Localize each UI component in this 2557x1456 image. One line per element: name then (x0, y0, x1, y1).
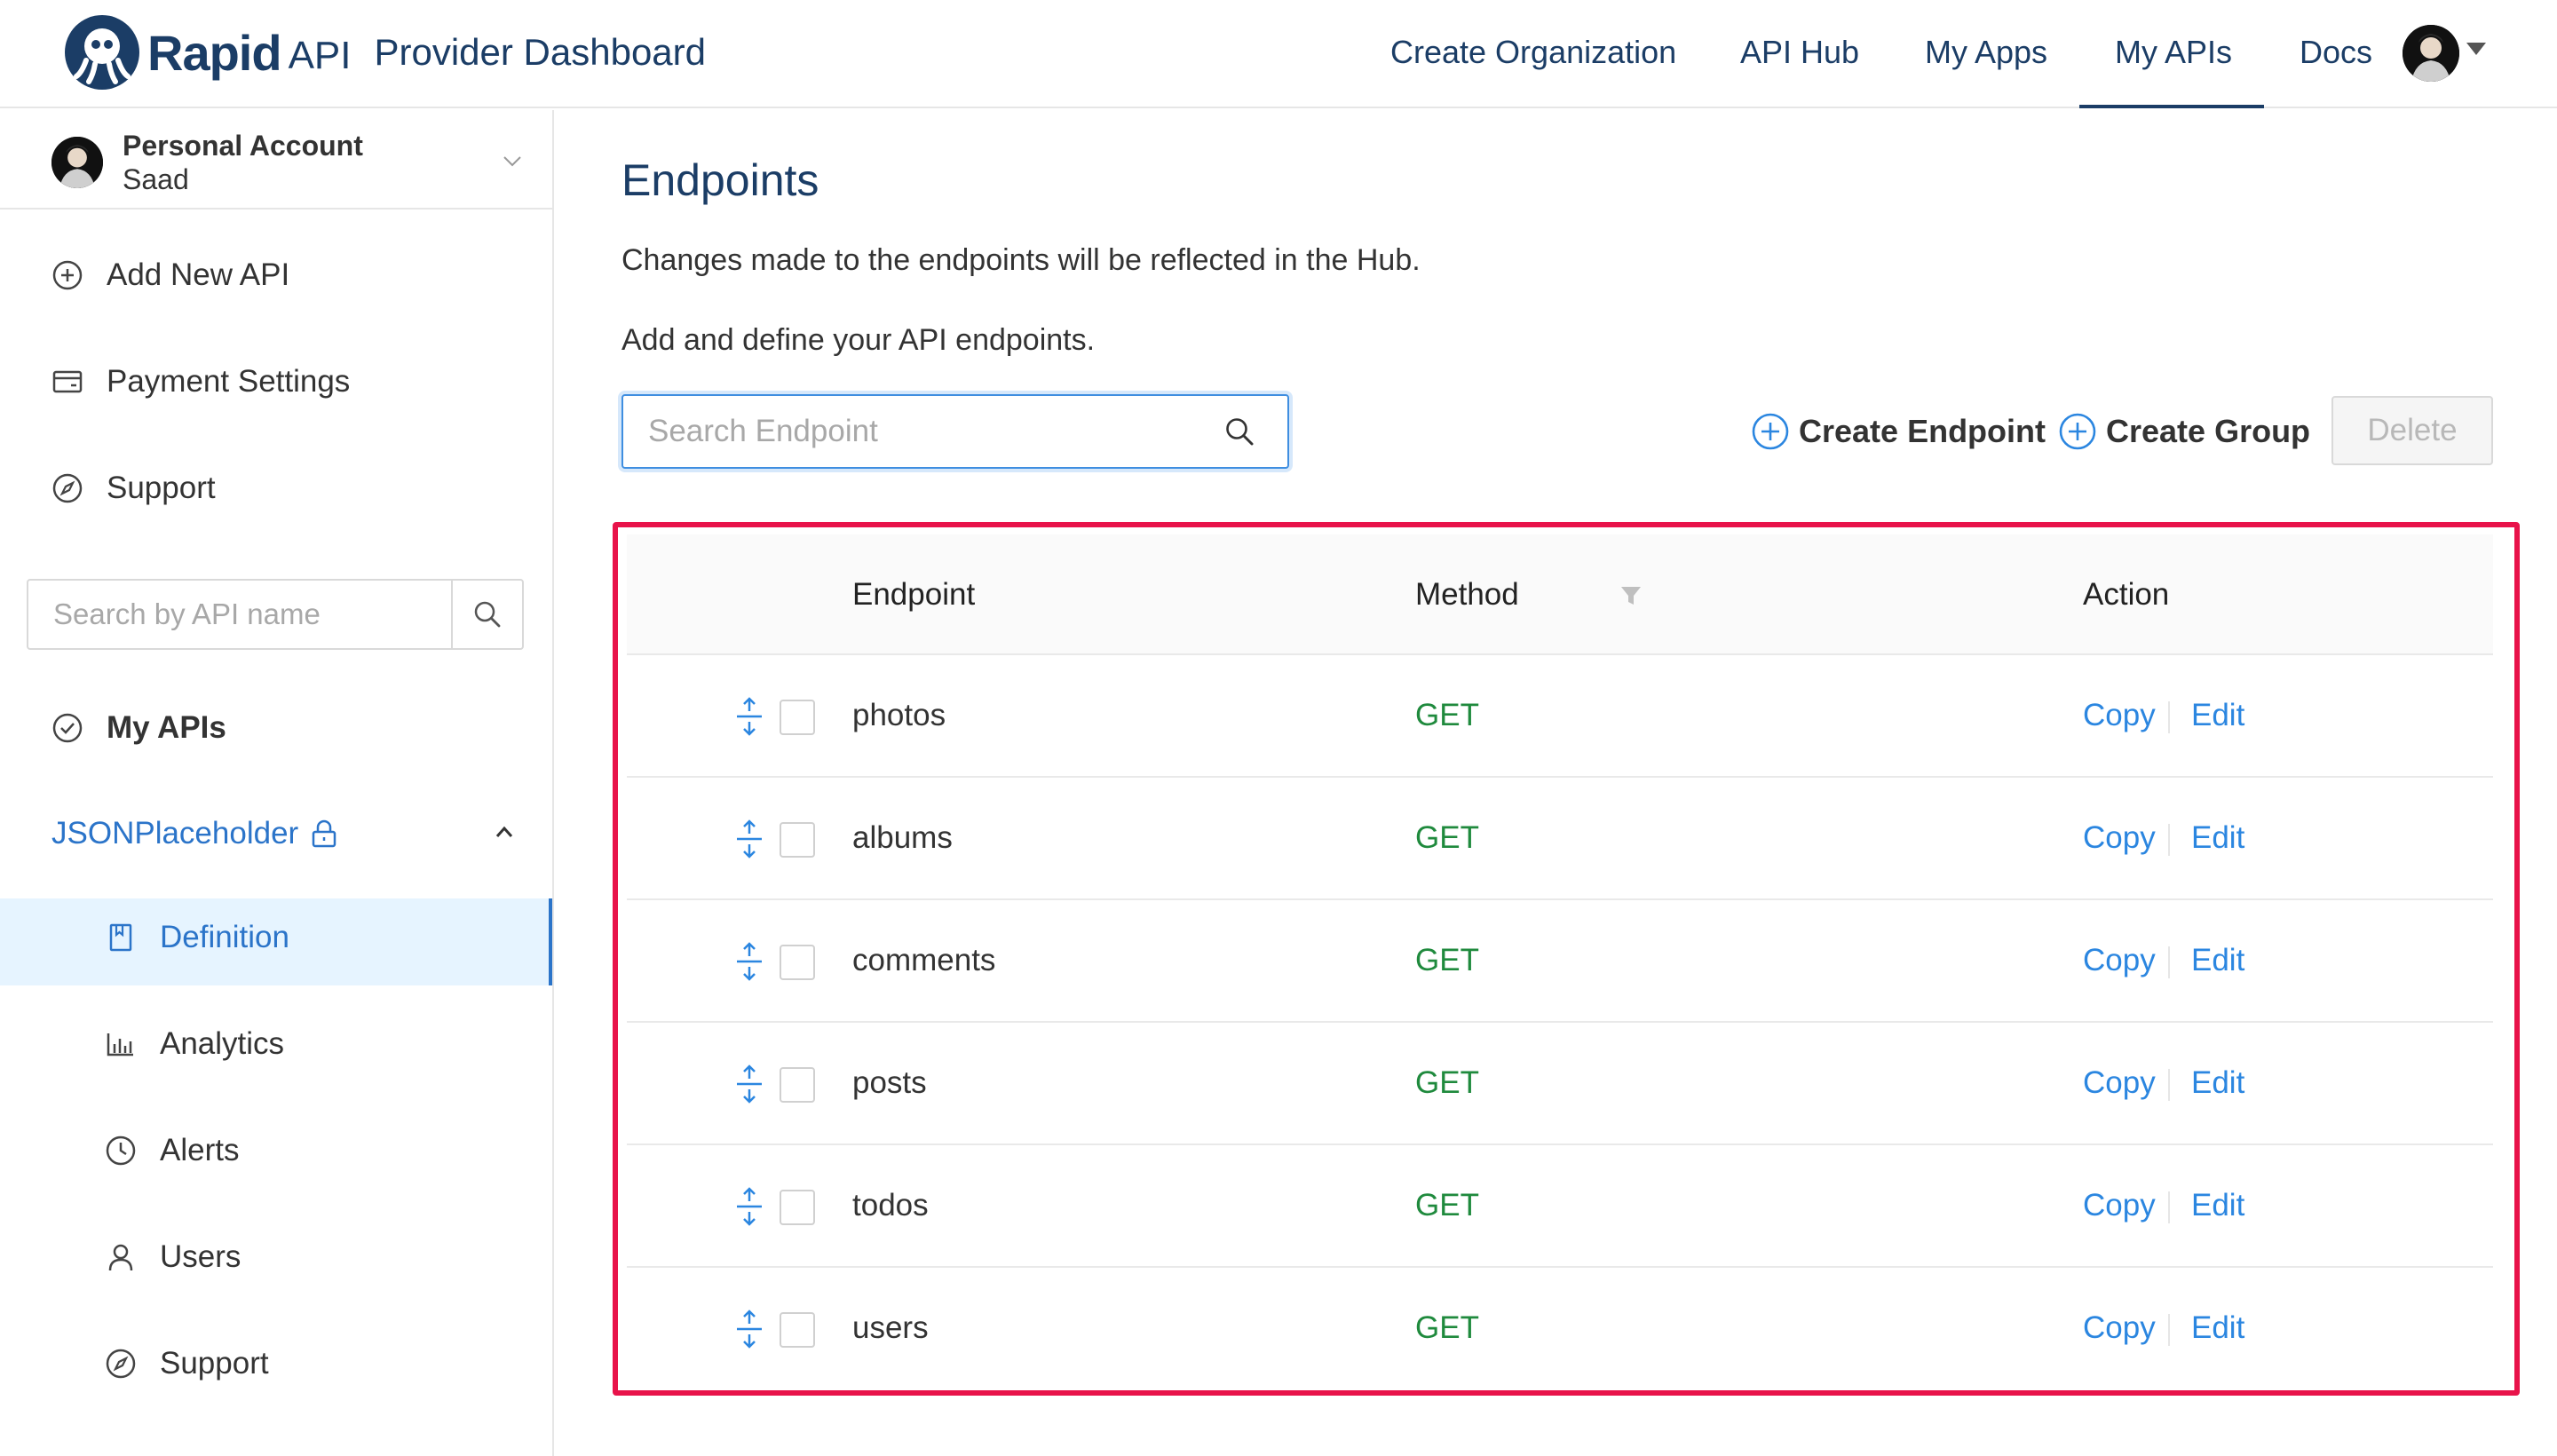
sidebar-item-label: Payment Settings (107, 364, 351, 399)
api-entry-jsonplaceholder[interactable]: JSONPlaceholder (51, 811, 522, 856)
sidebar-item-label: Support (107, 471, 216, 505)
create-endpoint-button[interactable]: Create Endpoint (1751, 412, 2046, 451)
sidebar-item-users[interactable]: Users (105, 1239, 241, 1275)
search-icon (474, 601, 501, 628)
account-switcher[interactable]: Personal Account Saad (0, 110, 552, 210)
brand-rapid: Rapid (147, 24, 282, 81)
rapidapi-octopus-icon (65, 15, 139, 90)
top-header: Rapid API Provider Dashboard Create Orga… (0, 0, 2557, 108)
create-endpoint-label: Create Endpoint (1799, 413, 2046, 449)
plus-circle-icon (1752, 413, 1789, 450)
chevron-up-icon[interactable] (494, 824, 515, 840)
sidebar: Personal Account Saad Add New API Paymen… (0, 110, 554, 1456)
nav-create-organization[interactable]: Create Organization (1390, 34, 1676, 71)
compass-icon (106, 1349, 136, 1379)
sidebar-item-label: Support (160, 1346, 269, 1381)
account-type: Personal Account (123, 130, 363, 162)
sidebar-item-label: My APIs (107, 710, 226, 745)
sidebar-item-label: Alerts (160, 1133, 240, 1167)
card-icon (52, 370, 83, 393)
plus-circle-icon (2059, 413, 2096, 450)
nav-my-apis[interactable]: My APIs (2115, 34, 2232, 71)
user-icon (108, 1244, 133, 1271)
sidebar-item-payment-settings[interactable]: Payment Settings (51, 364, 350, 400)
table-highlight-frame (613, 522, 2520, 1396)
description-define-endpoints: Add and define your API endpoints. (621, 323, 1096, 357)
sidebar-item-label: Analytics (160, 1026, 285, 1061)
sidebar-item-definition[interactable]: Definition (105, 920, 289, 955)
user-avatar[interactable] (2403, 25, 2459, 82)
sidebar-item-add-new-api[interactable]: Add New API (51, 257, 289, 293)
rapidapi-logo[interactable]: Rapid API Provider Dashboard (64, 14, 706, 91)
nav-active-indicator (2079, 105, 2264, 108)
nav-my-apps[interactable]: My Apps (1925, 34, 2047, 71)
plus-circle-icon (52, 260, 83, 290)
avatar-person-icon (2403, 25, 2459, 82)
nav-api-hub[interactable]: API Hub (1740, 34, 1859, 71)
sidebar-item-support[interactable]: Support (51, 471, 216, 506)
sidebar-item-label: Add New API (107, 257, 290, 292)
create-group-label: Create Group (2106, 413, 2311, 449)
sidebar-item-api-support[interactable]: Support (105, 1346, 269, 1381)
account-name: Saad (123, 163, 189, 195)
endpoint-search-input[interactable] (623, 396, 1209, 467)
search-icon[interactable] (1223, 415, 1255, 447)
avatar-person-icon (51, 137, 103, 188)
bar-chart-icon (107, 1033, 133, 1056)
clock-icon (106, 1136, 136, 1166)
sidebar-item-label: Definition (160, 920, 289, 954)
brand-api: API (288, 34, 352, 77)
endpoint-search-box (621, 394, 1289, 469)
api-search-box (27, 579, 524, 650)
compass-icon (52, 473, 83, 503)
lock-icon (312, 819, 336, 848)
create-group-button[interactable]: Create Group (2058, 412, 2310, 451)
sidebar-item-analytics[interactable]: Analytics (105, 1026, 284, 1062)
account-avatar (51, 137, 103, 188)
sidebar-item-alerts[interactable]: Alerts (105, 1133, 239, 1168)
page-title: Endpoints (621, 155, 819, 205)
sidebar-item-label: Users (160, 1239, 241, 1274)
description-hub-note: Changes made to the endpoints will be re… (621, 243, 1421, 277)
chevron-down-icon (503, 156, 521, 167)
account-caret-icon[interactable] (2466, 43, 2486, 55)
delete-button[interactable]: Delete (2331, 396, 2493, 465)
main-content: Endpoints Changes made to the endpoints … (556, 110, 2557, 1456)
check-circle-icon (52, 713, 83, 743)
book-icon (109, 923, 132, 952)
api-search-input[interactable] (28, 581, 451, 648)
nav-docs[interactable]: Docs (2300, 34, 2372, 71)
api-name: JSONPlaceholder (51, 816, 299, 851)
sidebar-item-my-apis[interactable]: My APIs (51, 710, 226, 746)
api-search-button[interactable] (451, 581, 522, 648)
brand-title: Provider Dashboard (374, 31, 707, 73)
